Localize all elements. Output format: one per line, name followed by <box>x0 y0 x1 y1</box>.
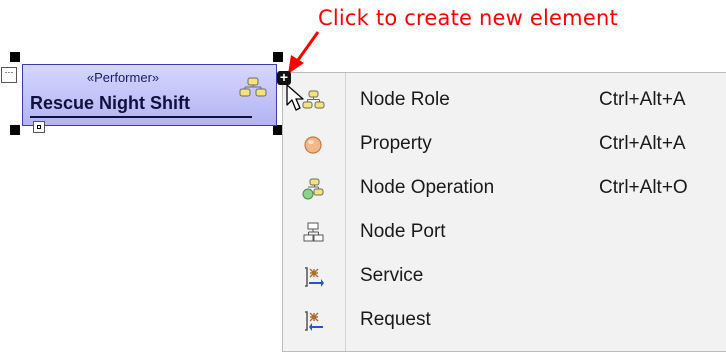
menu-item-label: Node Port <box>360 221 446 242</box>
element-name-underline <box>30 116 252 118</box>
menu-item-node-operation[interactable]: Node Operation Ctrl+Alt+O <box>283 169 723 209</box>
menu-item-node-role[interactable]: Node Role Ctrl+Alt+A <box>283 81 723 121</box>
menu-item-label: Node Operation <box>360 177 495 198</box>
resize-handle-top-left[interactable] <box>10 52 20 62</box>
element-stereotype: «Performer» <box>86 70 160 85</box>
property-icon <box>304 136 322 154</box>
resize-handle-top-right[interactable] <box>273 52 283 62</box>
menu-item-label: Service <box>360 265 424 286</box>
menu-item-service[interactable]: Service <box>283 257 723 297</box>
node-port-icon <box>303 222 324 242</box>
performer-element[interactable]: «Performer» Rescue Night Shift <box>22 64 277 126</box>
menu-item-property[interactable]: Property Ctrl+Alt+A <box>283 125 723 165</box>
create-element-menu: Node Role Ctrl+Alt+A Property Ctrl+Alt+A… <box>282 72 726 352</box>
resize-handle-bottom-left[interactable] <box>10 125 20 135</box>
menu-item-shortcut: Ctrl+Alt+A <box>599 133 686 154</box>
node-role-icon <box>239 77 267 97</box>
node-operation-icon <box>302 178 324 200</box>
shortcut-marker-icon[interactable] <box>33 121 45 133</box>
compartment-toggle-icon[interactable]: ⋯ <box>1 67 17 83</box>
create-element-button[interactable]: + <box>277 70 291 85</box>
mouse-cursor-icon <box>286 84 304 111</box>
request-icon <box>305 311 323 331</box>
menu-item-label: Request <box>360 309 431 330</box>
element-name[interactable]: Rescue Night Shift <box>30 93 190 114</box>
menu-item-shortcut: Ctrl+Alt+O <box>599 177 688 198</box>
menu-item-request[interactable]: Request <box>283 301 723 341</box>
menu-item-node-port[interactable]: Node Port <box>283 213 723 253</box>
menu-item-label: Node Role <box>360 89 450 110</box>
service-icon <box>305 267 324 287</box>
menu-item-shortcut: Ctrl+Alt+A <box>599 89 686 110</box>
menu-item-label: Property <box>360 133 432 154</box>
